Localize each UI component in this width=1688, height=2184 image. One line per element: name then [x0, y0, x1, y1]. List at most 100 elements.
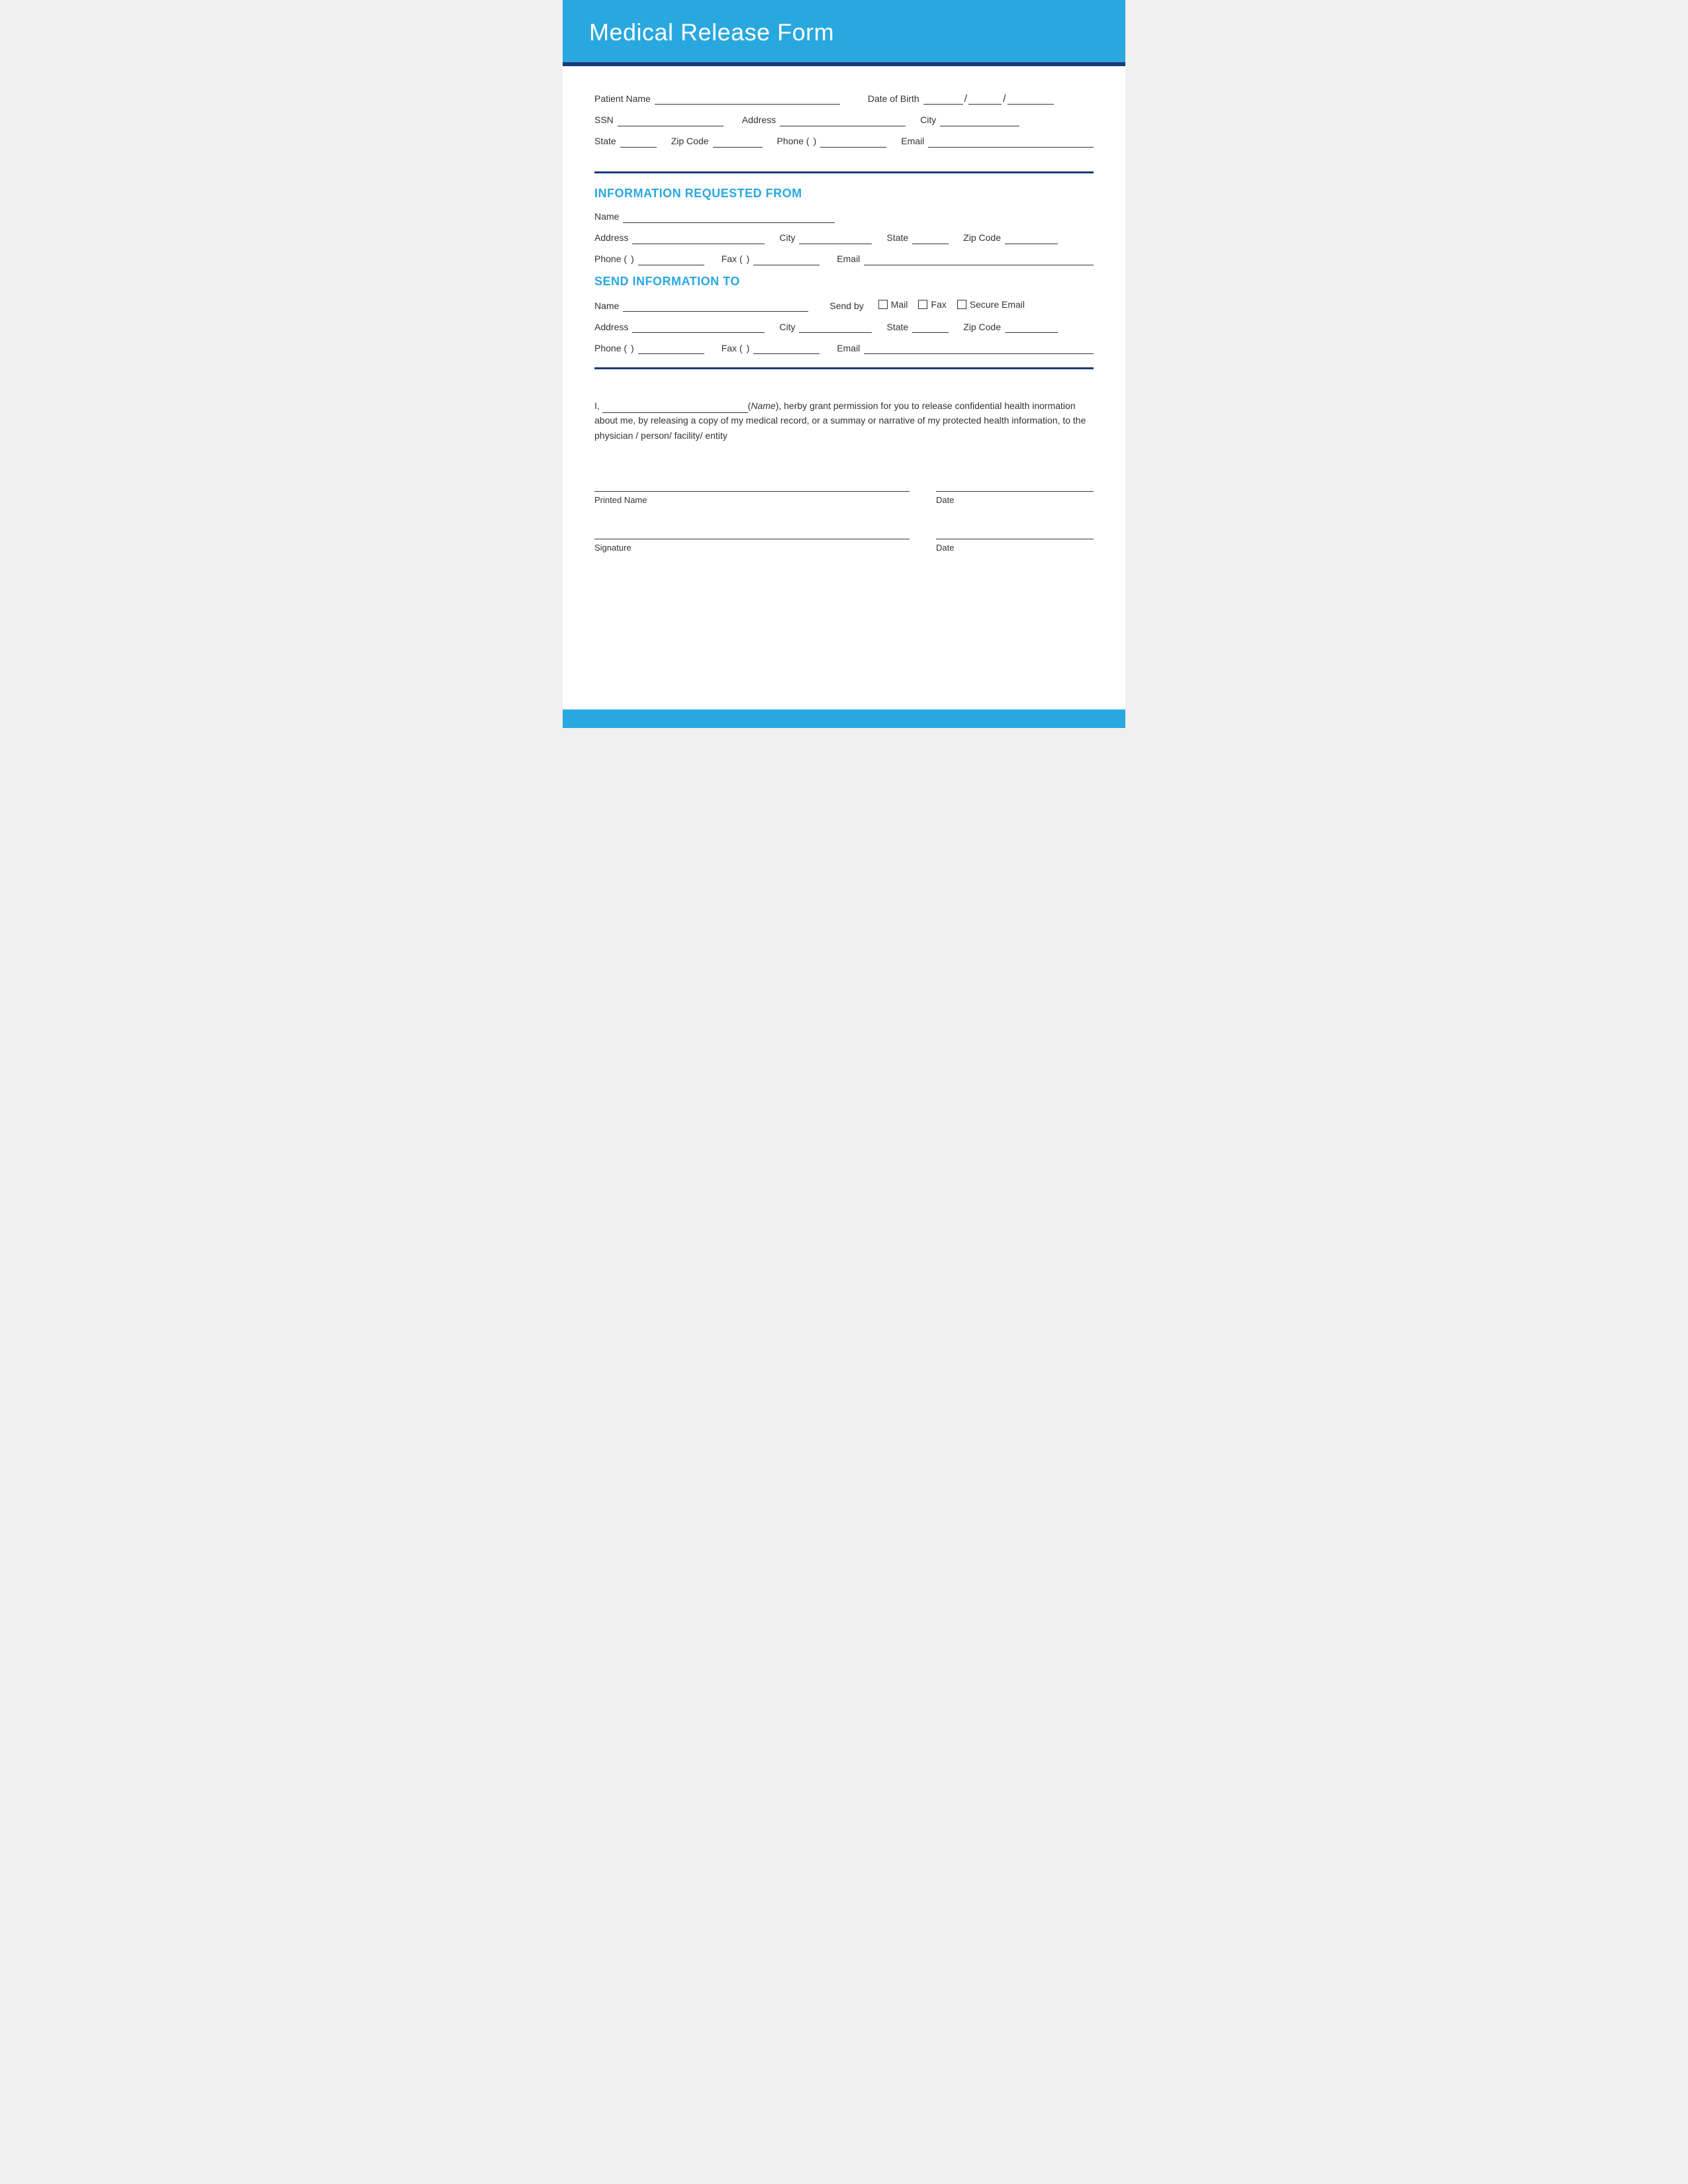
dob-month-input[interactable] — [923, 93, 963, 105]
fax-checkbox[interactable] — [918, 300, 927, 309]
date1-line[interactable] — [936, 476, 1094, 492]
send-to-heading: SEND INFORMATION TO — [594, 275, 1094, 289]
date1-container: Date — [936, 476, 1094, 505]
info-name-label: Name — [594, 211, 619, 222]
info-name-row: Name — [594, 211, 1094, 223]
info-name-input[interactable] — [623, 211, 835, 223]
info-fax-input[interactable] — [753, 253, 820, 265]
signature-section: Printed Name Date Signature Date — [594, 456, 1094, 584]
phone-input[interactable] — [820, 136, 886, 148]
send-state-input[interactable] — [912, 321, 949, 333]
ssn-label: SSN — [594, 114, 614, 125]
send-method-group: Mail Fax Secure Email — [878, 299, 1025, 310]
info-address-label: Address — [594, 232, 628, 243]
send-fax-input[interactable] — [753, 342, 820, 354]
fax-option[interactable]: Fax — [918, 299, 946, 310]
send-fax-mid: ) — [747, 343, 750, 353]
signature-label: Signature — [594, 543, 910, 553]
divider-1 — [594, 171, 1094, 173]
info-requested-section: INFORMATION REQUESTED FROM Name Address … — [594, 187, 1094, 265]
state-input[interactable] — [620, 136, 657, 148]
send-fax-label: Fax ( — [722, 343, 743, 353]
date2-label: Date — [936, 543, 1094, 553]
address-label: Address — [742, 114, 776, 125]
info-zip-input[interactable] — [1005, 232, 1058, 244]
state-row: State Zip Code Phone ( ) Email — [594, 136, 1094, 148]
send-phone-row: Phone ( ) Fax ( ) Email — [594, 342, 1094, 354]
info-email-input[interactable] — [864, 253, 1094, 265]
info-state-label: State — [886, 232, 908, 243]
page: Medical Release Form Patient Name Date o… — [563, 0, 1125, 728]
info-zip-label: Zip Code — [963, 232, 1001, 243]
mail-checkbox[interactable] — [878, 300, 888, 309]
ssn-row: SSN Address City — [594, 114, 1094, 126]
secure-email-option[interactable]: Secure Email — [957, 299, 1025, 310]
auth-name-line — [602, 402, 748, 413]
send-city-input[interactable] — [799, 321, 872, 333]
info-city-label: City — [779, 232, 795, 243]
dob-day-input[interactable] — [968, 93, 1002, 105]
mail-option[interactable]: Mail — [878, 299, 908, 310]
send-by-label: Send by — [829, 300, 863, 311]
send-address-label: Address — [594, 322, 628, 332]
info-phone-row: Phone ( ) Fax ( ) Email — [594, 253, 1094, 265]
send-to-section: SEND INFORMATION TO Name Send by Mail Fa… — [594, 275, 1094, 355]
date2-line[interactable] — [936, 523, 1094, 539]
send-email-label: Email — [837, 343, 860, 353]
authorization-section: I, (Name), herby grant permission for yo… — [594, 383, 1094, 456]
send-state-label: State — [886, 322, 908, 332]
dob-group: / / — [923, 93, 1054, 105]
send-phone-input[interactable] — [638, 342, 704, 354]
info-fax-mid: ) — [747, 253, 750, 264]
send-address-row: Address City State Zip Code — [594, 321, 1094, 333]
phone-label: Phone ( — [777, 136, 810, 146]
dob-label: Date of Birth — [868, 93, 919, 104]
ssn-input[interactable] — [618, 114, 724, 126]
info-address-input[interactable] — [632, 232, 765, 244]
city-input[interactable] — [940, 114, 1019, 126]
patient-name-label: Patient Name — [594, 93, 651, 104]
secure-email-label: Secure Email — [970, 299, 1025, 310]
header-bar: Medical Release Form — [563, 0, 1125, 62]
send-zip-label: Zip Code — [963, 322, 1001, 332]
send-email-input[interactable] — [864, 342, 1094, 354]
email-input[interactable] — [928, 136, 1094, 148]
send-name-input[interactable] — [623, 300, 808, 312]
printed-name-row: Printed Name Date — [594, 476, 1094, 505]
patient-name-row: Patient Name Date of Birth / / — [594, 93, 1094, 105]
form-body: Patient Name Date of Birth / / SSN Addre… — [563, 66, 1125, 709]
address-input[interactable] — [780, 114, 906, 126]
info-state-input[interactable] — [912, 232, 949, 244]
zip-input[interactable] — [713, 136, 763, 148]
send-city-label: City — [779, 322, 795, 332]
mail-label: Mail — [891, 299, 908, 310]
dob-year-input[interactable] — [1008, 93, 1054, 105]
printed-name-container: Printed Name — [594, 476, 910, 505]
send-zip-input[interactable] — [1005, 321, 1058, 333]
info-address-row: Address City State Zip Code — [594, 232, 1094, 244]
info-fax-label: Fax ( — [722, 253, 743, 264]
dob-slash-1: / — [964, 93, 967, 105]
fax-label: Fax — [931, 299, 946, 310]
auth-text-part1: I, — [594, 400, 602, 411]
info-phone-input[interactable] — [638, 253, 704, 265]
page-title: Medical Release Form — [589, 19, 1099, 46]
info-city-input[interactable] — [799, 232, 872, 244]
info-phone-mid: ) — [631, 253, 634, 264]
send-address-input[interactable] — [632, 321, 765, 333]
date1-label: Date — [936, 495, 1094, 505]
divider-2 — [594, 367, 1094, 369]
phone-mid: ) — [814, 136, 817, 146]
footer-bar — [563, 709, 1125, 728]
send-phone-label: Phone ( — [594, 343, 627, 353]
signature-row: Signature Date — [594, 523, 1094, 553]
zip-label: Zip Code — [671, 136, 709, 146]
state-label: State — [594, 136, 616, 146]
patient-name-input[interactable] — [655, 93, 840, 105]
patient-section: Patient Name Date of Birth / / SSN Addre… — [594, 79, 1094, 163]
signature-line[interactable] — [594, 523, 910, 539]
send-name-row: Name Send by Mail Fax Secu — [594, 299, 1094, 312]
secure-email-checkbox[interactable] — [957, 300, 966, 309]
city-label: City — [920, 114, 936, 125]
printed-name-line[interactable] — [594, 476, 910, 492]
